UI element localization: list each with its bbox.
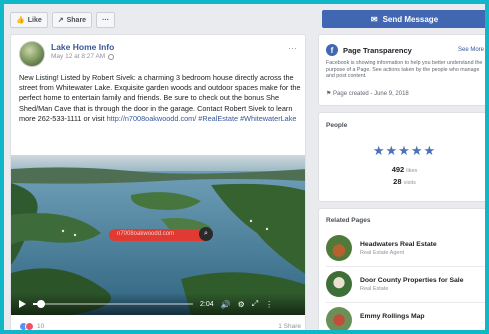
likes-label: likes — [406, 168, 418, 174]
likes-count: 492 — [391, 165, 405, 174]
reactions-count[interactable]: 10 — [37, 323, 44, 330]
facebook-icon: f — [326, 44, 338, 56]
related-page-thumbnail — [326, 307, 352, 330]
related-page-thumbnail — [326, 271, 352, 297]
like-label: Like — [27, 16, 42, 24]
people-title: People — [326, 122, 348, 129]
related-page-category: Real Estate Agent — [360, 250, 405, 256]
post-menu-icon[interactable]: ··· — [288, 43, 297, 53]
share-label: Share — [66, 16, 87, 24]
thumbs-up-icon: 👍 — [16, 17, 25, 24]
post-action-bar: 👍 Like ↗ Share ··· — [10, 12, 116, 30]
video-more-icon[interactable]: ⋮ — [265, 300, 273, 309]
related-page-item[interactable]: Emmy Rollings Map — [326, 307, 485, 330]
page-created-text: Page created - June 9, 2018 — [333, 91, 409, 97]
globe-icon — [108, 53, 115, 60]
related-page-thumbnail — [326, 235, 352, 261]
fullscreen-icon[interactable]: ⤢ — [252, 299, 258, 309]
post-footer: 10 1 Share — [19, 321, 301, 330]
post-text: New Listing! Listed by Robert Sivek: a c… — [19, 73, 301, 124]
messenger-icon: ✉ — [370, 14, 378, 24]
post-link[interactable]: http://n7008oakwoodd.com/ — [107, 114, 197, 123]
share-arrow-icon: ↗ — [57, 17, 64, 24]
post-hashtags[interactable]: #RealEstate #WhitewaterLake — [196, 114, 296, 123]
related-page-name[interactable]: Door County Properties for Sale — [360, 277, 463, 284]
share-page-button[interactable]: ↗ Share — [51, 12, 93, 28]
video-player[interactable]: n7008oakwoodd.com ⌕ 2:04 🔊 ⚙ ⤢ ⋮ — [11, 155, 305, 315]
time-remaining: 2:04 — [200, 300, 214, 308]
related-page-name[interactable]: Headwaters Real Estate — [360, 241, 437, 248]
flag-icon: ⚑ — [326, 91, 334, 97]
url-overlay-pill: n7008oakwoodd.com ⌕ — [109, 227, 213, 241]
video-scrubber-handle[interactable] — [37, 300, 45, 308]
page-transparency-card: f Page Transparency See More Facebook is… — [318, 34, 485, 106]
related-page-name[interactable]: Emmy Rollings Map — [360, 313, 425, 320]
video-progress-bar[interactable] — [33, 300, 193, 308]
star-rating-icons: ★★★★★ — [372, 143, 437, 158]
send-message-button[interactable]: ✉ Send Message — [322, 10, 485, 28]
settings-gear-icon[interactable]: ⚙ — [238, 300, 245, 309]
divider — [326, 302, 485, 303]
post-timestamp: May 12 at 8:27 AM — [51, 53, 115, 60]
visits-stat: 28 visits — [319, 177, 485, 186]
video-controls: 2:04 🔊 ⚙ ⤢ ⋮ — [11, 293, 305, 315]
send-message-label: Send Message — [382, 14, 439, 24]
post-date[interactable]: May 12 at 8:27 AM — [51, 53, 105, 60]
visits-count: 28 — [393, 177, 402, 186]
page-created-date: ⚑ Page created - June 9, 2018 — [326, 90, 409, 97]
volume-icon[interactable]: 🔊 — [221, 300, 231, 309]
search-icon: ⌕ — [199, 227, 213, 241]
related-page-item[interactable]: Door County Properties for Sale Real Est… — [326, 271, 485, 303]
screenshot-frame: 👍 Like ↗ Share ··· Lake Home Info May 12… — [0, 0, 489, 334]
divider — [326, 266, 485, 267]
love-reaction-icon — [25, 321, 34, 330]
people-card: People ★★★★★ 492 likes 28 visits — [318, 112, 485, 202]
shares-count[interactable]: 1 Share — [278, 323, 301, 330]
play-icon[interactable] — [19, 300, 26, 308]
visits-label: visits — [403, 180, 416, 186]
related-pages-card: Related Pages Headwaters Real Estate Rea… — [318, 208, 485, 330]
related-pages-title: Related Pages — [326, 217, 371, 224]
see-more-link[interactable]: See More — [458, 47, 484, 53]
more-options-button[interactable]: ··· — [96, 12, 116, 28]
more-label: ··· — [102, 16, 110, 24]
post-card: Lake Home Info May 12 at 8:27 AM ··· New… — [10, 34, 306, 330]
transparency-description: Facebook is showing information to help … — [326, 60, 483, 80]
likes-stat: 492 likes — [319, 165, 485, 174]
url-overlay-text: n7008oakwoodd.com — [117, 231, 175, 237]
transparency-title: Page Transparency — [343, 46, 412, 55]
page-name-link[interactable]: Lake Home Info — [51, 42, 114, 52]
related-page-category: Real Estate — [360, 286, 389, 292]
related-page-item[interactable]: Headwaters Real Estate Real Estate Agent — [326, 235, 485, 267]
page-avatar[interactable] — [19, 41, 45, 67]
like-page-button[interactable]: 👍 Like — [10, 12, 48, 28]
